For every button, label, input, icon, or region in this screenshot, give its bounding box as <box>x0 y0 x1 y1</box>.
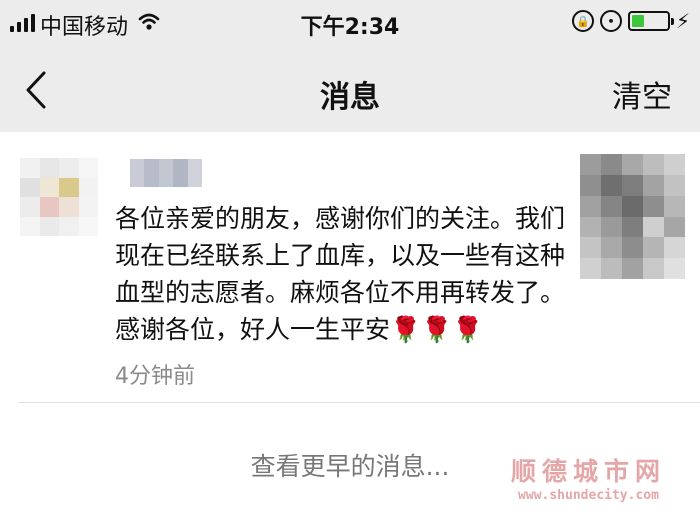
watermark: 顺德城市网 www.shundecity.com <box>511 452 666 503</box>
page-title: 消息 <box>320 80 380 115</box>
alarm-icon: • <box>599 10 622 32</box>
message-text: 各位亲爱的朋友，感谢你们的关注。我们现在已经联系上了血库，以及一些有这种血型的志… <box>115 204 566 344</box>
divider <box>18 402 700 403</box>
clear-button[interactable]: 清空 <box>612 72 672 116</box>
status-bar: 中国移动 下午2:34 🔒 • ⚡ <box>0 0 700 48</box>
charging-icon: ⚡ <box>675 9 690 33</box>
sender-name <box>130 159 202 187</box>
status-icons: 🔒 • ⚡ <box>571 9 690 33</box>
watermark-url: www.shundecity.com <box>518 488 659 503</box>
watermark-title: 顺德城市网 <box>510 457 666 486</box>
rotation-lock-icon: 🔒 <box>571 10 594 32</box>
battery-icon <box>627 11 674 31</box>
message-item[interactable]: 各位亲爱的朋友，感谢你们的关注。我们现在已经联系上了血库，以及一些有这种血型的志… <box>0 132 700 402</box>
avatar[interactable] <box>20 158 98 236</box>
post-thumbnail[interactable] <box>580 154 685 279</box>
message-time: 4分钟前 <box>115 364 195 389</box>
navigation-bar: 消息 清空 <box>0 48 700 132</box>
